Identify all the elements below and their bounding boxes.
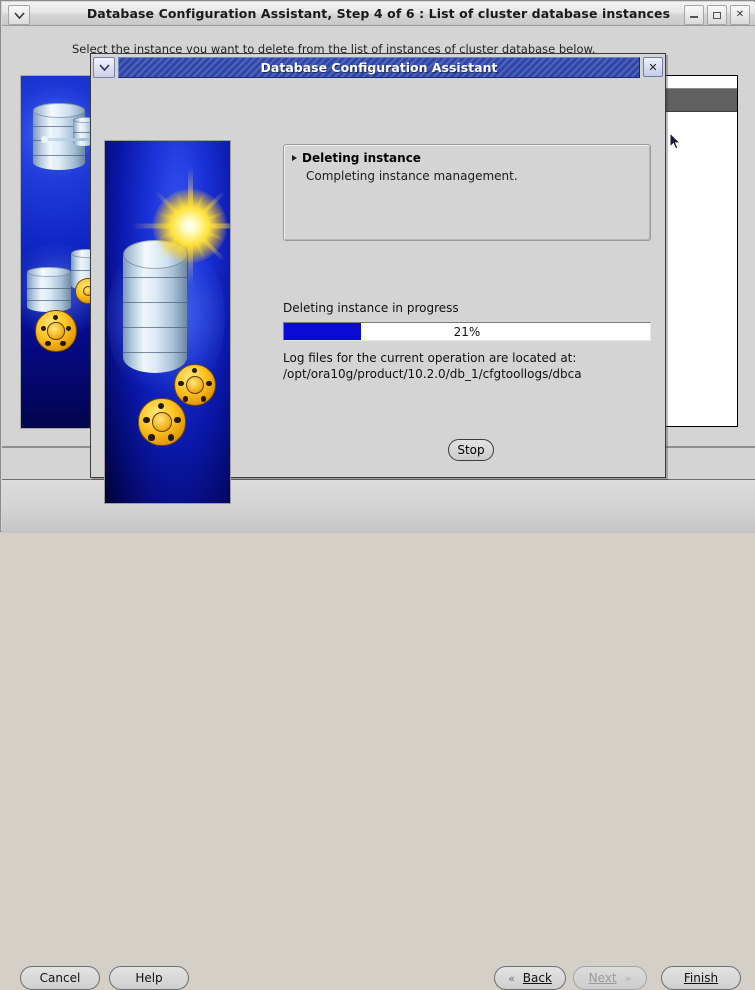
progress-label: Deleting instance in progress	[283, 301, 459, 315]
progress-percent-text: 21%	[453, 324, 481, 339]
minimize-button[interactable]	[684, 5, 704, 25]
dialog-titlebar: Database Configuration Assistant ✕	[93, 56, 663, 78]
next-button-label: Next	[588, 971, 617, 985]
progress-bar: 21%	[283, 322, 651, 341]
main-window-title: Database Configuration Assistant, Step 4…	[86, 6, 671, 21]
oracle-database-splash-graphic	[104, 140, 231, 504]
help-button-label: Help	[135, 971, 163, 985]
cylinder-top	[33, 103, 85, 118]
maximize-icon	[713, 11, 721, 19]
stop-button[interactable]: Stop	[448, 439, 494, 461]
dialog-title: Database Configuration Assistant	[260, 59, 498, 75]
close-icon: ✕	[735, 9, 745, 20]
cylinder-ring	[27, 299, 71, 301]
cylinder-ring	[123, 326, 187, 328]
cancel-button[interactable]: Cancel	[20, 966, 100, 990]
arrow-right-icon	[292, 155, 297, 161]
task-title-row: Deleting instance	[292, 151, 421, 165]
cylinder-ring	[123, 351, 187, 353]
finish-button[interactable]: Finish	[661, 966, 741, 990]
stop-button-label: Stop	[457, 443, 485, 457]
log-location-label: Log files for the current operation are …	[283, 351, 577, 365]
dialog-system-menu-button[interactable]	[93, 56, 115, 78]
gear-icon	[131, 391, 193, 453]
chevron-right-icon: »	[624, 971, 632, 985]
back-button[interactable]: « Back	[494, 966, 566, 990]
progress-dialog: Database Configuration Assistant ✕ Delet…	[90, 53, 666, 504]
dialog-close-button[interactable]: ✕	[643, 57, 663, 77]
cylinder-ring	[123, 276, 187, 278]
cylinder-ring	[27, 287, 71, 289]
connector-node	[41, 136, 48, 143]
next-button[interactable]: Next »	[573, 966, 647, 990]
finish-button-label: Finish	[683, 971, 719, 985]
dialog-title-area: Database Configuration Assistant	[118, 56, 640, 78]
gear-icon	[29, 304, 83, 358]
log-location-path: /opt/ora10g/product/10.2.0/db_1/cfgtooll…	[283, 367, 582, 381]
starburst-icon	[131, 167, 230, 285]
chevron-left-icon: «	[508, 971, 515, 985]
task-subtitle: Completing instance management.	[306, 169, 518, 183]
task-status-panel: Deleting instance Completing instance ma…	[283, 144, 651, 241]
back-button-label: Back	[522, 971, 552, 985]
chevron-down-icon	[98, 63, 110, 71]
cancel-button-label: Cancel	[39, 971, 81, 985]
maximize-button[interactable]	[707, 5, 727, 25]
minimize-icon	[690, 16, 698, 18]
cylinder-top	[27, 267, 71, 277]
cylinder-ring	[123, 301, 187, 303]
dialog-body: Deleting instance Completing instance ma…	[93, 79, 663, 504]
close-button[interactable]: ✕	[730, 5, 750, 25]
close-icon: ✕	[648, 60, 658, 74]
main-window-titlebar: Database Configuration Assistant, Step 4…	[2, 2, 755, 26]
screen: Database Configuration Assistant, Step 4…	[0, 0, 755, 990]
task-title: Deleting instance	[302, 151, 421, 165]
cylinder-ring	[33, 154, 85, 156]
window-controls: ✕	[684, 5, 750, 25]
help-button[interactable]: Help	[109, 966, 189, 990]
